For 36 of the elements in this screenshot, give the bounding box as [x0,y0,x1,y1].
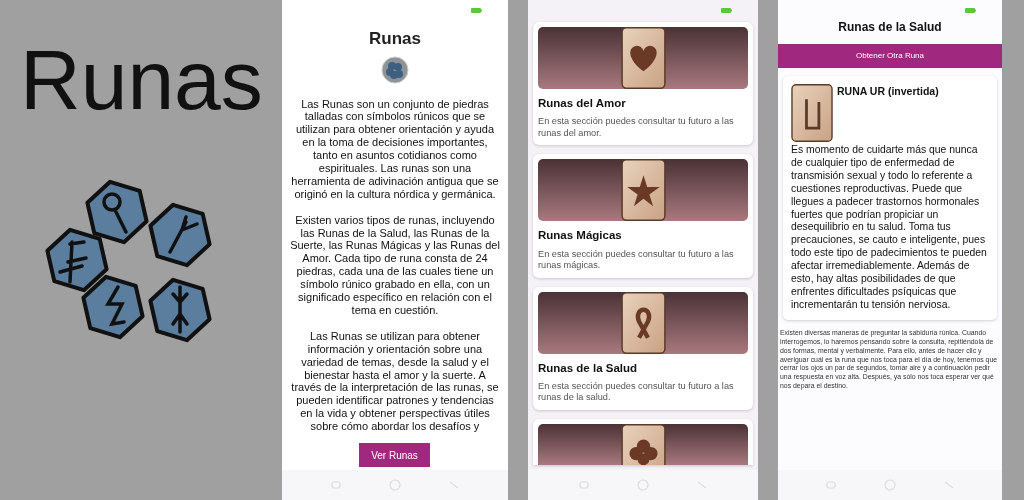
obtener-otra-runa-button[interactable]: Obtener Otra Runa [778,44,1002,68]
back-icon[interactable] [944,481,954,489]
card-title: Runas del Amor [538,96,627,111]
rune-title: RUNA UR (invertida) [837,84,939,99]
battery-icon [721,8,732,13]
app-logo-icon [381,55,409,84]
back-icon[interactable] [697,481,707,489]
recent-apps-icon[interactable] [579,481,589,489]
home-icon[interactable] [389,479,401,491]
intro-paragraph: Las Runas se utilizan para obtener información y orientación sobre una variedad de temas, desde la salud y el bienestar hasta el amor y la suerte. A través de la interpretación de las runas, se pueden identificar patrones y tendencias en la vida y obtener perspectivas útiles sobre cómo abordar los desafíos y [290,329,500,434]
recent-apps-icon[interactable] [826,481,836,489]
ver-runas-button[interactable]: Ver Runas [359,443,430,467]
recent-apps-icon[interactable] [331,481,341,489]
card-title: Runas de la Salud [538,360,639,376]
app-title: Runas [20,38,263,122]
card-description: En esta sección puedes consultar tu futuro a las runas mágicas. [538,248,735,272]
rune-tile-icon [620,27,666,89]
back-icon[interactable] [449,481,459,489]
card-title: Runas Mágicas [538,228,623,244]
reading-text: Es momento de cuidarte más que nunca de cualquier tipo de enfermedad de transmisión sexual y todo lo referente a cuestiones reproductivas. Puede que llegues a padecer trastornos hormonales fuertes que podrían propiciar un desequilibrio en tu salud. Toma tus precauciones, se cauto e inteligente, pues todo este tipo de padecimientos te pueden afectar irremediablemente. Además de esto, hay altas posibilidades de que enfrentes dificultades psíquicas que incrementarán tu tensión nerviosa. [791,144,988,312]
rune-tile-icon [620,291,666,354]
rune-category-card[interactable]: Runas Mágicas En esta sección puedes consultar tu futuro a las runas mágicas. [533,154,753,278]
home-icon[interactable] [884,479,896,491]
rune-tile-icon [620,159,666,222]
rune-category-card[interactable]: Runas del Amor En esta sección puedes consultar tu futuro a las runas del amor. [533,22,753,146]
card-description: En esta sección puedes consultar tu futuro a las runas de la salud. [538,380,735,404]
rune-category-card[interactable]: Runas de la Salud En esta sección puedes consultar tu futuro a las runas de la salud. [533,286,753,410]
intro-paragraph: Las Runas son un conjunto de piedras talladas con símbolos rúnicos que se utilizan para obtener orientación y ayuda en la toma de decisiones importantes, tanto en asuntos cotidianos como espirituales. Las runas son una herramienta de adivinación antigua que se originó en la cultura nórdica y germánica. [290,97,500,201]
intro-paragraph: Existen varios tipos de runas, incluyendo las Runas de la Salud, las Runas de la Suerte, las Runas Mágicas y las Runas del Amor. Cada tipo de runa consta de 24 piedras, cada una de las cuales tiene un símbolo rúnico grabado en ella, con un significado específico en relación con el tema en cuestión. [289,213,501,317]
screen-title: Runas [369,28,421,50]
rune-tile-icon [791,84,833,142]
battery-icon [965,8,976,13]
home-icon[interactable] [637,479,649,491]
card-description: En esta sección puedes consultar tu futuro a las runas del amor. [538,116,735,140]
screen-title: Runas de la Salud [838,19,942,36]
battery-icon [471,8,482,13]
